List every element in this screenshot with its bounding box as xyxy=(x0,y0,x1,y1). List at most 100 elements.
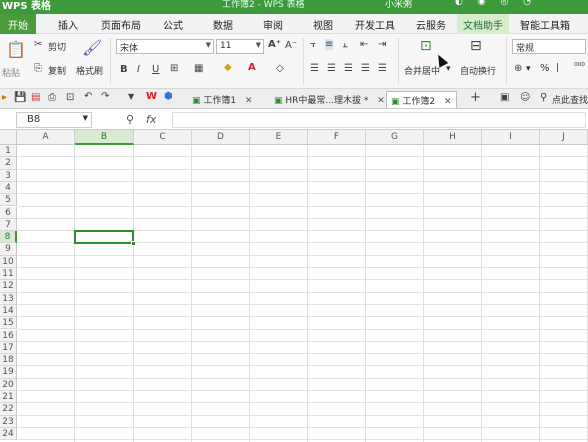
spreadsheet-grid[interactable]: A B C D E F G H I J 1 2 3 4 5 6 7 8 9 10 11 12 13 14 15 16 17 18 19 2… xyxy=(0,130,588,442)
row-header-22[interactable]: 22 xyxy=(0,403,17,416)
indent-left-icon[interactable]: ⇤ xyxy=(360,39,368,50)
copy-button[interactable]: 复制 xyxy=(48,64,66,77)
name-box[interactable]: B8 ▼ xyxy=(16,112,92,128)
menu-smart-toolbox[interactable]: 智能工具箱 xyxy=(520,17,570,32)
tab-workbook2[interactable]: ▣ 工作簿2 ✕ xyxy=(386,91,457,108)
cell-style-icon[interactable]: ▦ xyxy=(194,63,203,74)
column-header-i[interactable]: I xyxy=(482,130,540,145)
formula-input[interactable] xyxy=(172,112,586,128)
close-icon[interactable]: ✕ xyxy=(245,96,253,106)
row-header-7[interactable]: 7 xyxy=(0,218,17,232)
row-header-21[interactable]: 21 xyxy=(0,391,17,404)
menu-formula[interactable]: 公式 xyxy=(163,17,183,32)
menu-page-layout[interactable]: 页面布局 xyxy=(101,17,141,32)
row-header-23[interactable]: 23 xyxy=(0,415,17,428)
save-icon[interactable]: 💾 xyxy=(14,92,26,103)
user-icon[interactable]: ☺ xyxy=(520,92,530,103)
bold-icon[interactable]: B xyxy=(120,64,128,75)
column-header-d[interactable]: D xyxy=(192,130,250,145)
search-icon[interactable]: ⚲ xyxy=(540,92,547,103)
column-header-j[interactable]: J xyxy=(540,130,588,145)
redo-icon[interactable]: ↷ xyxy=(101,91,109,102)
row-header-20[interactable]: 20 xyxy=(0,378,17,391)
border-icon[interactable]: ⊞ xyxy=(170,63,178,74)
chevron-down-icon[interactable]: ▼ xyxy=(128,92,134,101)
row-header-9[interactable]: 9 xyxy=(0,243,17,256)
row-header-3[interactable]: 3 xyxy=(0,169,17,182)
align-left-icon[interactable]: ☰ xyxy=(310,63,319,74)
number-format-select[interactable]: 常规 xyxy=(512,39,586,54)
zoom-icon[interactable]: ⚲ xyxy=(126,113,134,126)
decrease-font-icon[interactable]: A⁻ xyxy=(285,40,297,51)
column-header-b[interactable]: B xyxy=(75,130,134,145)
paste-label[interactable]: 粘贴 xyxy=(2,66,20,79)
wrap-text-button[interactable]: 自动换行 xyxy=(460,64,496,77)
menu-insert[interactable]: 插入 xyxy=(58,17,78,32)
row-header-19[interactable]: 19 xyxy=(0,366,17,379)
row-header-16[interactable]: 16 xyxy=(0,329,17,342)
italic-icon[interactable]: I xyxy=(137,64,140,75)
search-input[interactable]: 点此查找 xyxy=(552,93,588,106)
close-icon[interactable]: ✕ xyxy=(444,97,452,107)
function-icon[interactable]: fx xyxy=(146,113,156,126)
paste-icon[interactable]: 📋 xyxy=(6,40,26,59)
menu-doc-assistant[interactable]: 文档助手 xyxy=(457,14,509,34)
chevron-down-icon[interactable]: ▾ xyxy=(446,64,451,74)
tab-workbook1[interactable]: ▣ 工作簿1 ✕ xyxy=(188,91,257,108)
font-size-select[interactable]: 11 ▼ xyxy=(216,39,264,54)
row-header-10[interactable]: 10 xyxy=(0,255,17,268)
row-header-2[interactable]: 2 xyxy=(0,157,17,170)
row-header-1[interactable]: 1 xyxy=(0,145,17,158)
align-top-icon[interactable]: ⫟ xyxy=(310,39,316,50)
row-header-17[interactable]: 17 xyxy=(0,341,17,355)
merge-center-button[interactable]: 合并居中 xyxy=(404,64,440,77)
tab-hr-file[interactable]: ▣ HR中最常...理木拔 * ✕ xyxy=(270,91,389,108)
row-header-5[interactable]: 5 xyxy=(0,194,17,207)
column-header-e[interactable]: E xyxy=(250,130,308,145)
app-logo[interactable]: WPS 表格 xyxy=(2,0,51,12)
row-header-11[interactable]: 11 xyxy=(0,268,17,281)
menu-review[interactable]: 审阅 xyxy=(263,17,283,32)
align-bottom-icon[interactable]: ⫠ xyxy=(342,39,348,50)
row-header-15[interactable]: 15 xyxy=(0,317,17,330)
column-header-c[interactable]: C xyxy=(134,130,192,145)
merge-center-icon[interactable]: ⊡ xyxy=(420,38,432,54)
select-all-corner[interactable] xyxy=(0,130,17,145)
font-name-select[interactable]: 宋体 ▼ xyxy=(116,39,214,54)
column-header-a[interactable]: A xyxy=(17,130,75,145)
row-header-14[interactable]: 14 xyxy=(0,304,17,318)
chat-icon[interactable]: ▣ xyxy=(500,92,509,103)
underline-icon[interactable]: U xyxy=(152,64,159,75)
column-header-f[interactable]: F xyxy=(308,130,366,145)
justify-icon[interactable]: ☰ xyxy=(361,63,370,74)
menu-home[interactable]: 开始 xyxy=(0,14,36,34)
menu-developer[interactable]: 开发工具 xyxy=(355,17,395,32)
currency-icon[interactable]: ⊕ xyxy=(514,63,522,74)
align-center-icon[interactable]: ☰ xyxy=(327,63,336,74)
print-preview-icon[interactable]: ⊡ xyxy=(66,92,74,103)
title-icons[interactable]: ◐ ◉ ◎ ◔ xyxy=(455,0,537,7)
chevron-down-icon[interactable]: ▾ xyxy=(526,64,531,74)
clear-format-icon[interactable]: ◇ xyxy=(276,63,284,74)
export-pdf-icon[interactable]: ▤ xyxy=(31,92,40,103)
row-header-4[interactable]: 4 xyxy=(0,181,17,195)
column-header-h[interactable]: H xyxy=(424,130,482,145)
active-cell[interactable] xyxy=(74,230,136,247)
cloud-doc-icon[interactable]: ⬢ xyxy=(164,91,173,102)
scissors-icon[interactable]: ✂ xyxy=(34,39,42,50)
cut-button[interactable]: 剪切 xyxy=(48,40,66,53)
align-middle-icon[interactable]: ≡ xyxy=(325,39,334,50)
row-header-13[interactable]: 13 xyxy=(0,292,17,305)
column-header-g[interactable]: G xyxy=(366,130,424,145)
comma-button[interactable]: ⁰⁰⁰ xyxy=(574,62,585,72)
fill-handle[interactable] xyxy=(131,241,136,247)
wps-logo-icon[interactable]: W xyxy=(146,91,157,102)
menu-data[interactable]: 数据 xyxy=(213,17,233,32)
user-name[interactable]: 小米粥 xyxy=(385,0,412,10)
format-painter-icon[interactable]: 🖌 xyxy=(82,38,102,57)
row-header-12[interactable]: 12 xyxy=(0,280,17,293)
copy-icon[interactable]: ⎘ xyxy=(34,63,42,74)
close-icon[interactable]: ✕ xyxy=(377,96,385,106)
wrap-text-icon[interactable]: ⊟ xyxy=(470,38,482,54)
folder-icon[interactable]: ▸ xyxy=(2,92,7,103)
